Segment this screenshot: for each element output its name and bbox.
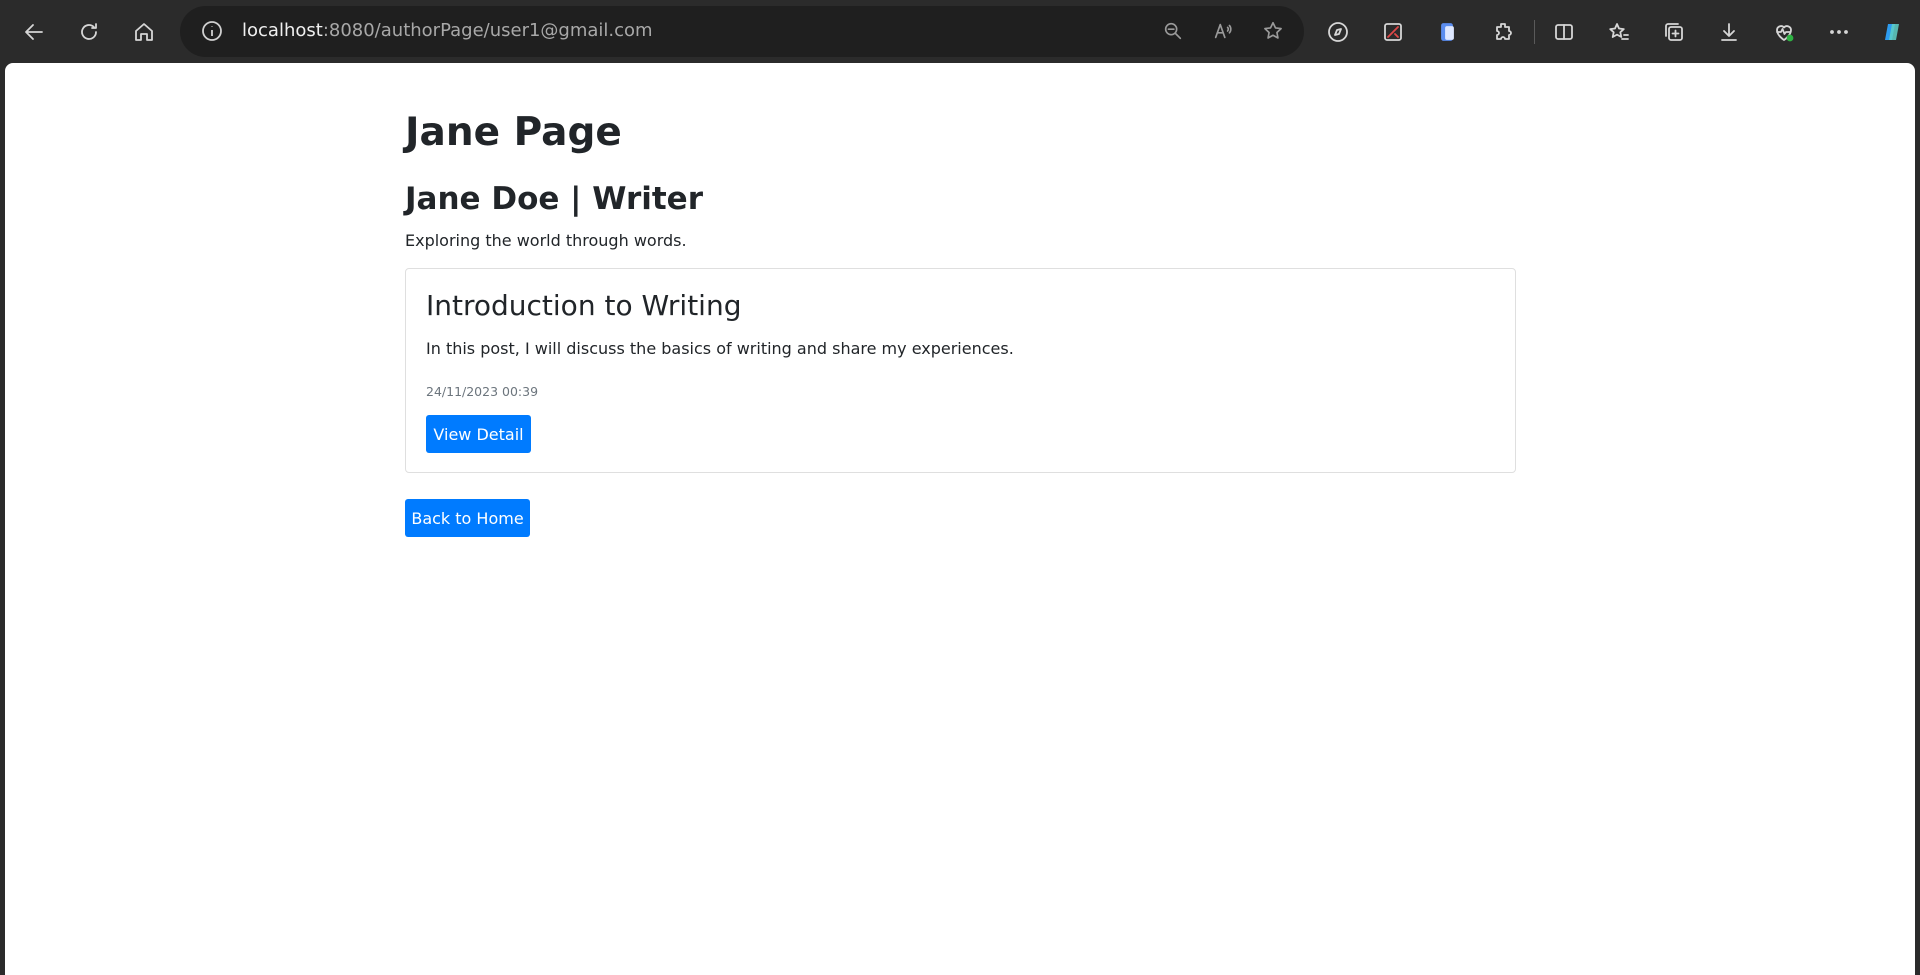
toolbar-divider <box>1534 20 1535 44</box>
view-detail-button[interactable]: View Detail <box>426 415 531 453</box>
post-excerpt: In this post, I will discuss the basics … <box>426 339 1014 358</box>
author-bio: Exploring the world through words. <box>405 231 687 250</box>
url-path: :8080/authorPage/user1@gmail.com <box>322 20 653 41</box>
copilot-icon[interactable] <box>1870 10 1914 54</box>
browser-essentials-icon[interactable] <box>1762 10 1806 54</box>
author-heading: Jane Doe | Writer <box>405 181 703 217</box>
address-bar[interactable]: localhost:8080/authorPage/user1@gmail.co… <box>180 6 1304 57</box>
compass-icon[interactable] <box>1316 10 1360 54</box>
zoom-out-icon[interactable] <box>1160 18 1186 44</box>
refresh-icon[interactable] <box>67 10 111 54</box>
page-viewport: Jane Page Jane Doe | Writer Exploring th… <box>5 63 1915 975</box>
post-title: Introduction to Writing <box>426 289 742 322</box>
back-icon[interactable] <box>12 10 56 54</box>
favorite-star-icon[interactable] <box>1260 18 1286 44</box>
favorites-list-icon[interactable] <box>1597 10 1641 54</box>
post-date: 24/11/2023 00:39 <box>426 384 539 399</box>
read-aloud-icon[interactable] <box>1210 18 1236 44</box>
site-info-icon[interactable] <box>200 19 224 43</box>
back-to-home-button[interactable]: Back to Home <box>405 499 530 537</box>
downloads-icon[interactable] <box>1707 10 1751 54</box>
url-text[interactable]: localhost:8080/authorPage/user1@gmail.co… <box>242 20 653 41</box>
browser-toolbar: localhost:8080/authorPage/user1@gmail.co… <box>0 0 1920 63</box>
url-host: localhost <box>242 20 323 41</box>
split-screen-icon[interactable] <box>1542 10 1586 54</box>
extensions-puzzle-icon[interactable] <box>1482 10 1526 54</box>
extension-tools-icon[interactable] <box>1371 10 1415 54</box>
more-options-icon[interactable] <box>1817 10 1861 54</box>
post-card: Introduction to Writing In this post, I … <box>405 268 1516 473</box>
home-icon[interactable] <box>122 10 166 54</box>
collections-icon[interactable] <box>1652 10 1696 54</box>
extension-blue-icon[interactable] <box>1426 10 1470 54</box>
page-title: Jane Page <box>405 110 622 155</box>
